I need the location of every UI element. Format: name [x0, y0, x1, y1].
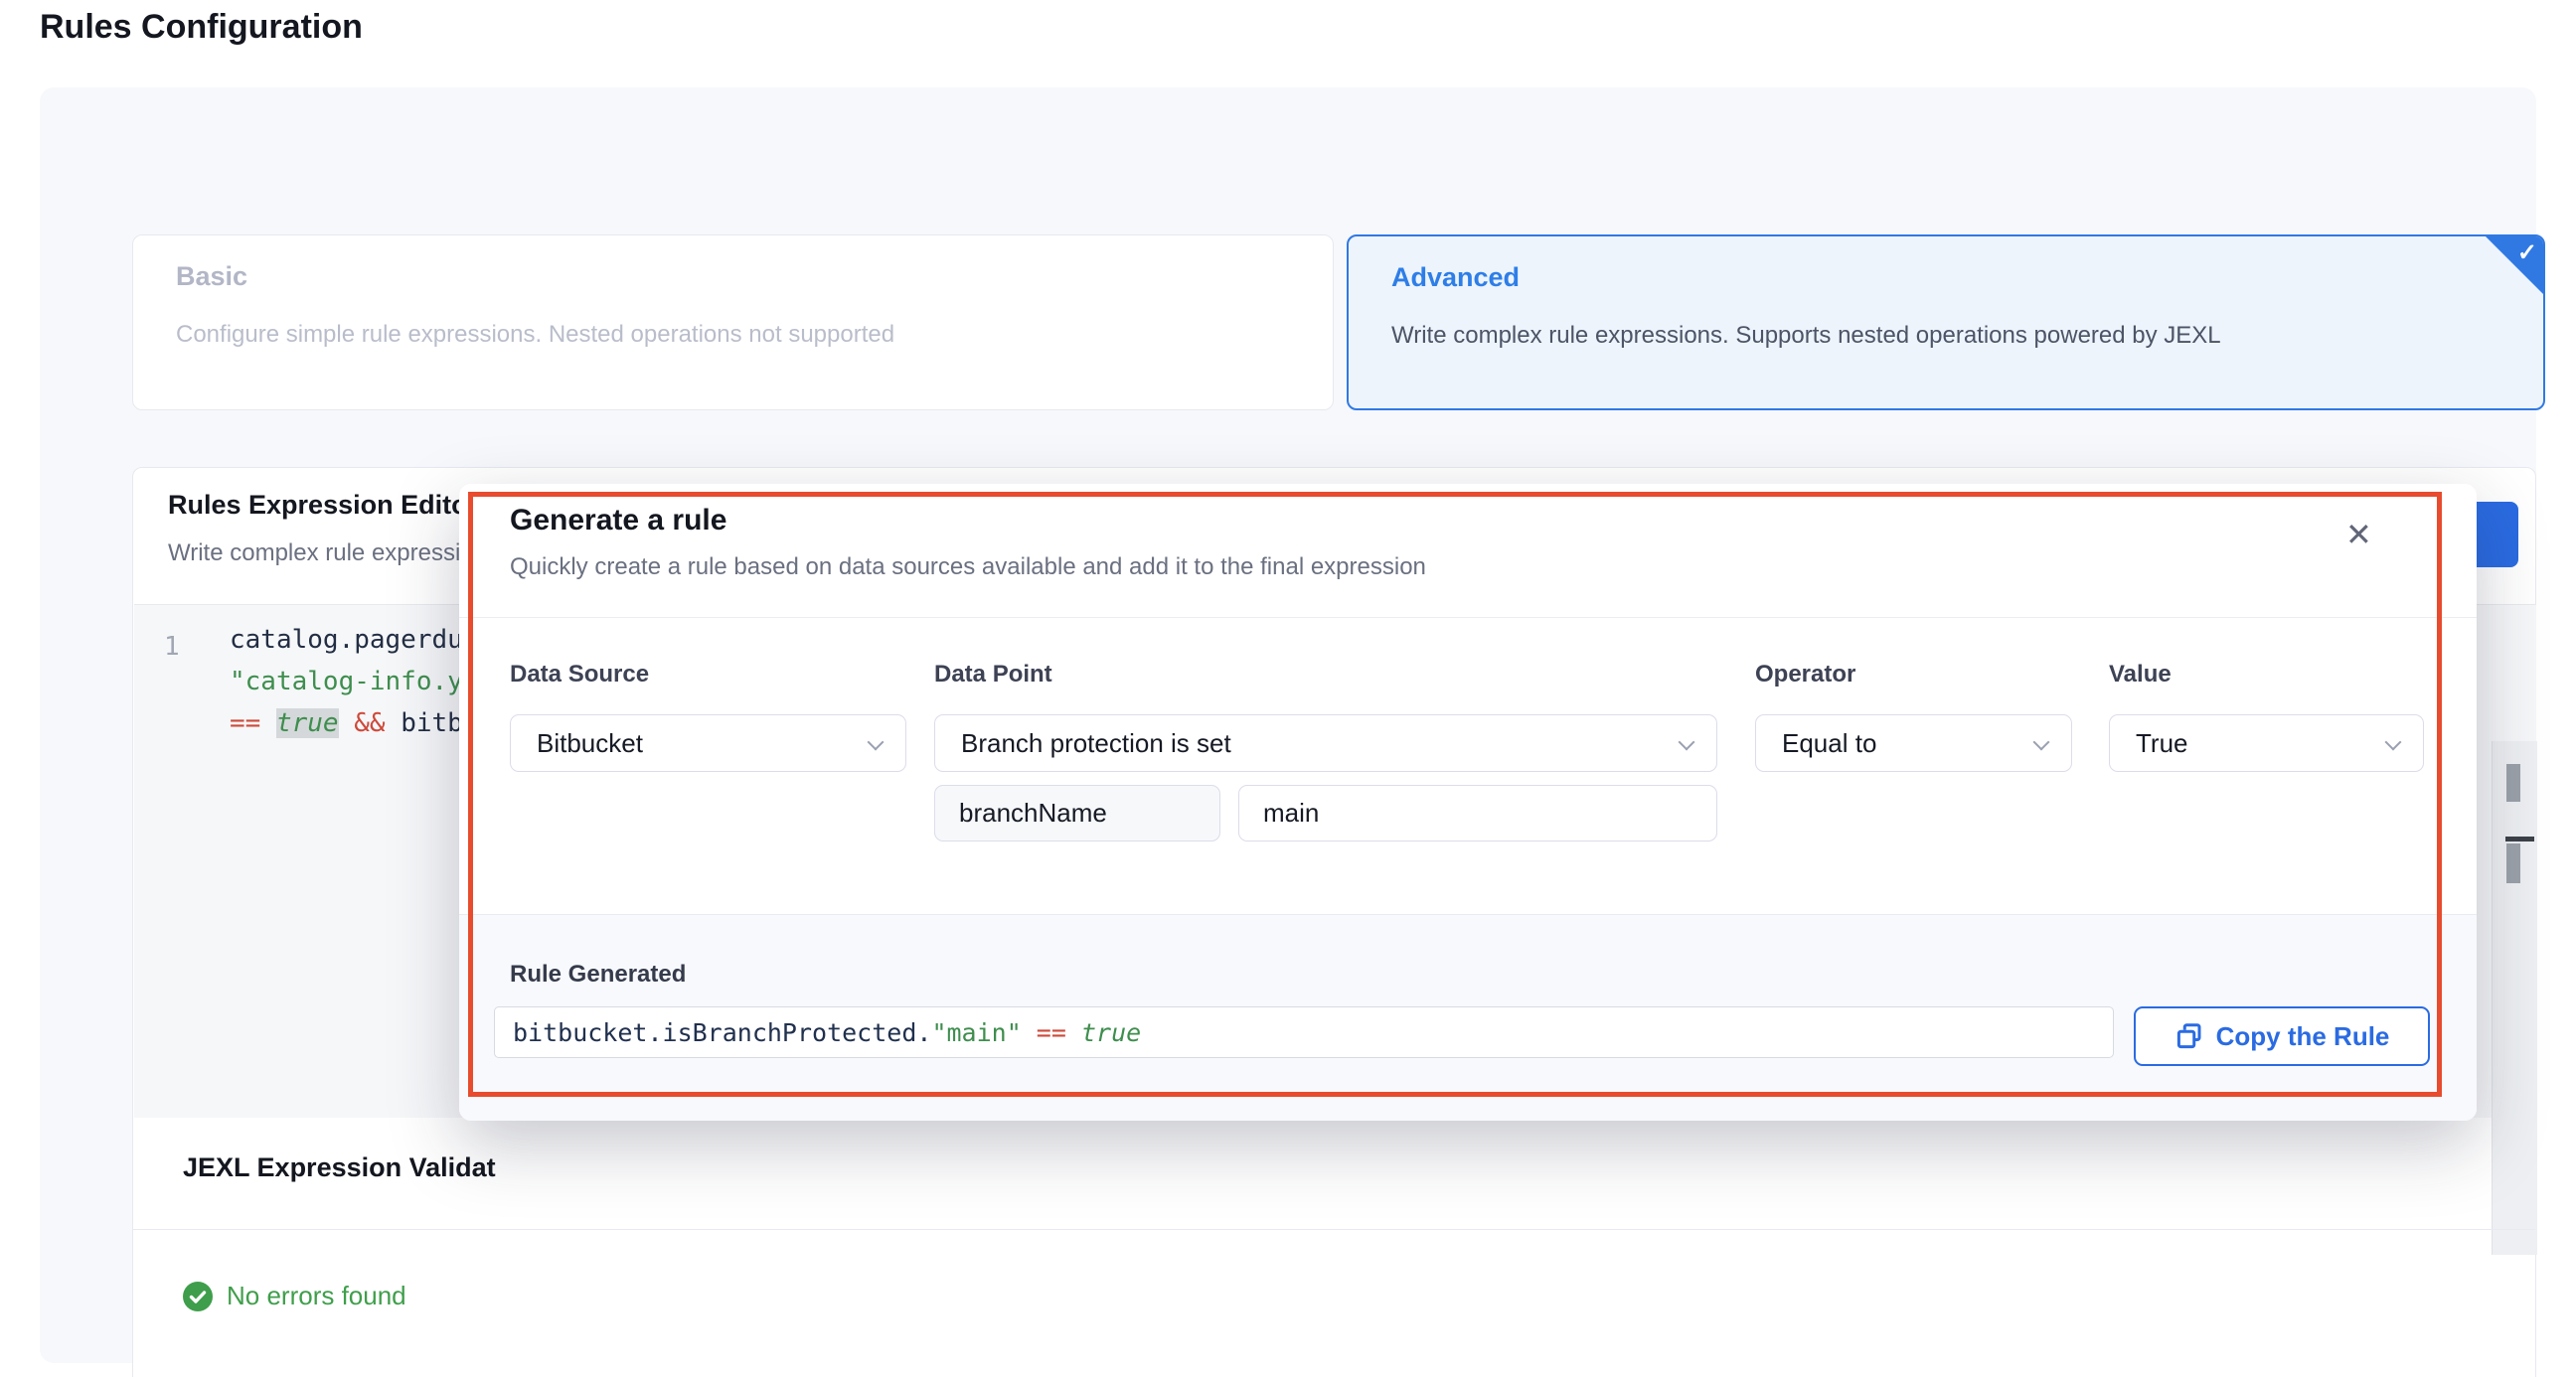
editor-scrollbar[interactable]	[2492, 741, 2537, 1255]
check-icon: ✓	[2517, 238, 2537, 267]
code-line-1: catalog.pagerduty	[230, 619, 494, 661]
dialog-header-divider	[459, 617, 2477, 618]
advanced-title: Advanced	[1391, 262, 1520, 293]
close-icon[interactable]: ✕	[2345, 516, 2372, 553]
rule-generated-label: Rule Generated	[510, 961, 686, 989]
data-point-label: Data Point	[934, 661, 1052, 688]
copy-rule-label: Copy the Rule	[2216, 1021, 2390, 1052]
copy-rule-button[interactable]: Copy the Rule	[2134, 1006, 2430, 1066]
data-point-select[interactable]: Branch protection is set	[934, 714, 1717, 772]
editor-title: Rules Expression Editor	[168, 490, 478, 521]
code-and-operator: &&	[354, 708, 401, 738]
code-true-highlight: true	[276, 708, 339, 738]
page: Rules Configuration Basic Configure simp…	[0, 0, 2576, 1377]
param-value-input[interactable]	[1238, 785, 1717, 842]
value-value: True	[2136, 728, 2188, 759]
dialog-footer: Rule Generated bitbucket.isBranchProtect…	[459, 914, 2477, 1121]
validation-status: No errors found	[183, 1281, 406, 1311]
dialog-subtitle: Quickly create a rule based on data sour…	[510, 553, 1426, 581]
chevron-down-icon	[868, 734, 885, 751]
chevron-down-icon	[2033, 734, 2050, 751]
operator-label: Operator	[1755, 661, 1855, 688]
page-title: Rules Configuration	[40, 8, 363, 47]
data-source-value: Bitbucket	[537, 728, 643, 759]
operator-select[interactable]: Equal to	[1755, 714, 2072, 772]
rule-code-string: "main"	[931, 1018, 1021, 1047]
success-check-icon	[183, 1282, 213, 1311]
param-key-input[interactable]	[934, 785, 1220, 842]
basic-title: Basic	[176, 261, 247, 292]
operator-value: Equal to	[1782, 728, 1876, 759]
data-source-select[interactable]: Bitbucket	[510, 714, 906, 772]
copy-icon	[2174, 1021, 2204, 1051]
advanced-description: Write complex rule expressions. Supports…	[1391, 322, 2221, 350]
chevron-down-icon	[2385, 734, 2402, 751]
data-point-value: Branch protection is set	[961, 728, 1231, 759]
code-operator: ==	[230, 708, 276, 738]
rule-code-operator: ==	[1022, 1018, 1081, 1047]
rule-code-main: bitbucket.isBranchProtected.	[513, 1018, 931, 1047]
rule-code-bool: true	[1081, 1018, 1141, 1047]
scrollbar-marker	[2505, 837, 2534, 842]
line-number: 1	[164, 632, 180, 662]
scrollbar-thumb[interactable]	[2506, 764, 2520, 802]
dialog-title: Generate a rule	[510, 504, 726, 537]
mode-card-advanced[interactable]: Advanced Write complex rule expressions.…	[1347, 234, 2545, 410]
code-line-3: == true && bitbuc	[230, 702, 494, 744]
validation-divider	[133, 1229, 2535, 1230]
code-content: catalog.pagerduty "catalog-info.yam == t…	[230, 619, 494, 744]
validation-section-title: JEXL Expression Validat	[183, 1152, 496, 1183]
generated-rule-code: bitbucket.isBranchProtected."main" == tr…	[494, 1006, 2114, 1058]
data-source-label: Data Source	[510, 661, 649, 688]
code-line-2: "catalog-info.yam	[230, 661, 494, 702]
generate-rule-dialog: Generate a rule Quickly create a rule ba…	[459, 484, 2477, 1121]
scrollbar-thumb[interactable]	[2506, 843, 2520, 883]
value-select[interactable]: True	[2109, 714, 2424, 772]
no-errors-label: No errors found	[227, 1281, 406, 1311]
basic-description: Configure simple rule expressions. Neste…	[176, 321, 894, 349]
chevron-down-icon	[1679, 734, 1695, 751]
mode-card-basic[interactable]: Basic Configure simple rule expressions.…	[132, 234, 1334, 410]
value-label: Value	[2109, 661, 2172, 688]
